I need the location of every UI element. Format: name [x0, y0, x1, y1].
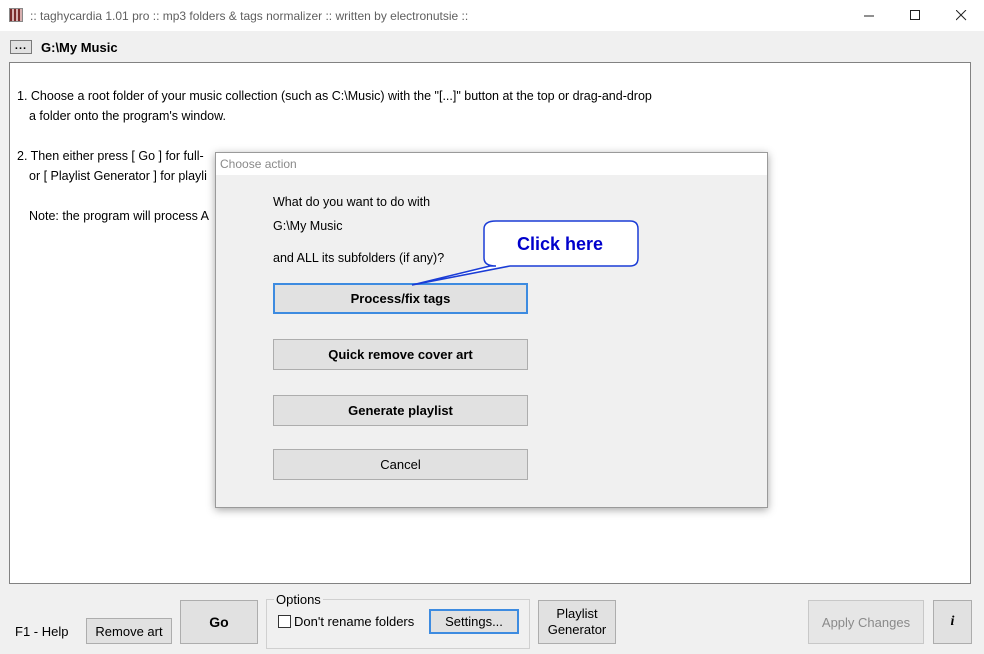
dialog-title: Choose action — [220, 157, 297, 171]
instruction-line-2: 2. Then either press [ Go ] for full- — [17, 149, 204, 163]
playlist-generator-button[interactable]: Playlist Generator — [538, 600, 616, 644]
minimize-icon — [863, 15, 874, 17]
cancel-button[interactable]: Cancel — [273, 449, 528, 480]
choose-action-dialog: Choose action What do you want to do wit… — [215, 152, 768, 508]
instruction-note: Note: the program will process A — [29, 209, 209, 223]
dialog-path: G:\My Music — [273, 219, 343, 233]
dialog-question-1: What do you want to do with — [273, 195, 431, 209]
maximize-button[interactable] — [892, 0, 938, 31]
close-button[interactable] — [938, 0, 984, 31]
instruction-line-1b: a folder onto the program's window. — [29, 109, 226, 123]
minimize-button[interactable] — [846, 0, 892, 31]
current-path: G:\My Music — [41, 40, 118, 55]
app-icon — [9, 8, 23, 22]
close-icon — [955, 10, 966, 21]
title-bar: :: taghycardia 1.01 pro :: mp3 folders &… — [0, 0, 984, 31]
help-hint: F1 - Help — [15, 624, 69, 639]
maximize-icon — [909, 10, 920, 20]
process-fix-tags-button[interactable]: Process/fix tags — [273, 283, 528, 314]
dont-rename-checkbox[interactable] — [278, 615, 291, 628]
generate-playlist-button[interactable]: Generate playlist — [273, 395, 528, 426]
dialog-question-2: and ALL its subfolders (if any)? — [273, 251, 445, 265]
dont-rename-label[interactable]: Don't rename folders — [294, 614, 414, 629]
go-button[interactable]: Go — [180, 600, 258, 644]
window-title: :: taghycardia 1.01 pro :: mp3 folders &… — [30, 9, 469, 23]
info-button[interactable]: i — [933, 600, 972, 644]
quick-remove-cover-art-button[interactable]: Quick remove cover art — [273, 339, 528, 370]
playlist-label-line1: Playlist — [556, 606, 598, 621]
instruction-line-2b: or [ Playlist Generator ] for playli — [29, 169, 207, 183]
settings-button[interactable]: Settings... — [429, 609, 519, 634]
playlist-label-line2: Generator — [547, 622, 607, 637]
browse-folder-button[interactable]: ... — [10, 40, 32, 54]
dialog-title-bar: Choose action — [216, 153, 767, 175]
remove-art-button[interactable]: Remove art — [86, 618, 172, 644]
apply-changes-button[interactable]: Apply Changes — [808, 600, 924, 644]
options-legend: Options — [274, 592, 323, 607]
instruction-line-1: 1. Choose a root folder of your music co… — [17, 89, 652, 103]
